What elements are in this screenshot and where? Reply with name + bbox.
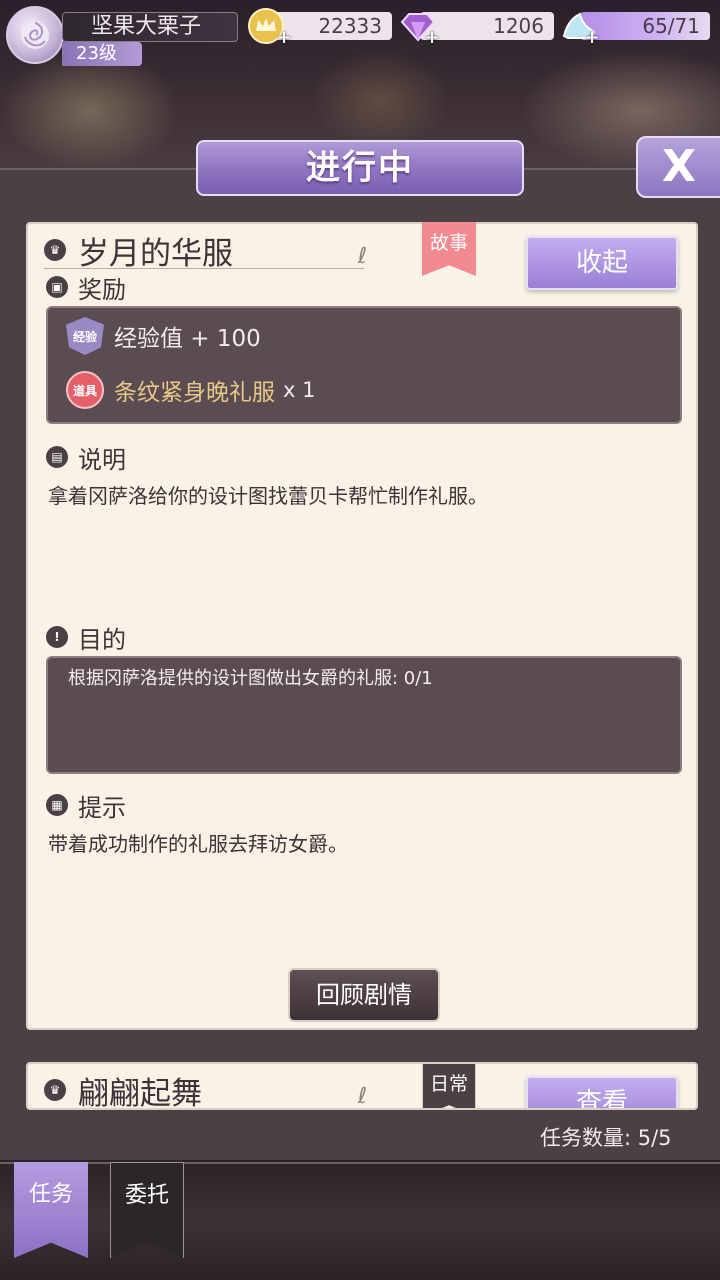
- bottom-divider: [0, 1162, 720, 1164]
- quest-goal: 根据冈萨洛提供的设计图做出女爵的礼服: 0/1: [68, 668, 433, 689]
- add-stamina-button[interactable]: +: [584, 29, 600, 47]
- task-count: 任务数量: 5/5: [540, 1126, 672, 1150]
- player-level: 23级: [62, 42, 142, 66]
- quest-title-row: ♛ 翩翩起舞: [44, 1070, 202, 1110]
- goal-box: 根据冈萨洛提供的设计图做出女爵的礼服: 0/1: [46, 656, 682, 774]
- quest-card: ♛ 岁月的华服 ℓ 故事 收起 ▣ 奖励 经验 经验值 + 100 道具 条纹紧…: [26, 222, 698, 1030]
- book-icon: ▤: [46, 446, 68, 468]
- quest-hint: 带着成功制作的礼服去拜访女爵。: [48, 832, 348, 856]
- reward-name: 条纹紧身晚礼服: [114, 380, 275, 406]
- goal-section-label: ! 目的: [46, 622, 126, 654]
- reward-item[interactable]: 道具 条纹紧身晚礼服 x 1: [66, 368, 315, 412]
- collapse-button[interactable]: 收起: [526, 236, 678, 290]
- close-button[interactable]: X: [636, 136, 720, 198]
- player-avatar[interactable]: [6, 6, 64, 64]
- note-icon: ▦: [46, 794, 68, 816]
- exclamation-icon: !: [46, 626, 68, 648]
- review-story-button[interactable]: 回顾剧情: [288, 968, 440, 1022]
- swirl-ornament-icon: ℓ: [358, 244, 368, 269]
- diamond-counter: 1206: [420, 12, 554, 40]
- item-badge-icon: 道具: [66, 371, 104, 409]
- quest-title-row: ♛ 岁月的华服: [44, 230, 233, 272]
- hint-section-label: ▦ 提示: [46, 790, 126, 822]
- daily-tag: 日常: [422, 1064, 476, 1108]
- quest-description: 拿着冈萨洛给你的设计图找蕾贝卡帮忙制作礼服。: [48, 484, 488, 508]
- panel-title: 进行中: [196, 140, 524, 196]
- crown-icon: ♛: [44, 239, 66, 261]
- reward-section-label: ▣ 奖励: [46, 272, 126, 304]
- quest-card[interactable]: ♛ 翩翩起舞 ℓ 日常 查看: [26, 1062, 698, 1110]
- description-section-label: ▤ 说明: [46, 442, 126, 474]
- top-status-bar: 坚果大栗子 23级 22333 + 1206 + 65/71 +: [0, 0, 720, 70]
- player-name: 坚果大栗子: [62, 12, 238, 42]
- quest-title: 岁月的华服: [78, 235, 233, 272]
- reward-name: 经验值 + 100: [114, 326, 261, 352]
- reward-item: 经验 经验值 + 100: [66, 314, 261, 358]
- story-tag: 故事: [422, 222, 476, 276]
- swirl-ornament-icon: ℓ: [358, 1084, 368, 1109]
- bottom-background: [0, 1160, 720, 1280]
- reward-box: 经验 经验值 + 100 道具 条纹紧身晚礼服 x 1: [46, 306, 682, 424]
- quest-title: 翩翩起舞: [78, 1075, 202, 1110]
- exp-badge-icon: 经验: [66, 317, 104, 355]
- add-diamond-button[interactable]: +: [424, 29, 440, 47]
- rose-icon: [21, 21, 49, 49]
- add-gold-button[interactable]: +: [276, 29, 292, 47]
- crown-icon: ♛: [44, 1079, 66, 1101]
- gift-icon: ▣: [46, 276, 68, 298]
- view-button[interactable]: 查看: [526, 1076, 678, 1108]
- reward-quantity: x 1: [283, 378, 316, 402]
